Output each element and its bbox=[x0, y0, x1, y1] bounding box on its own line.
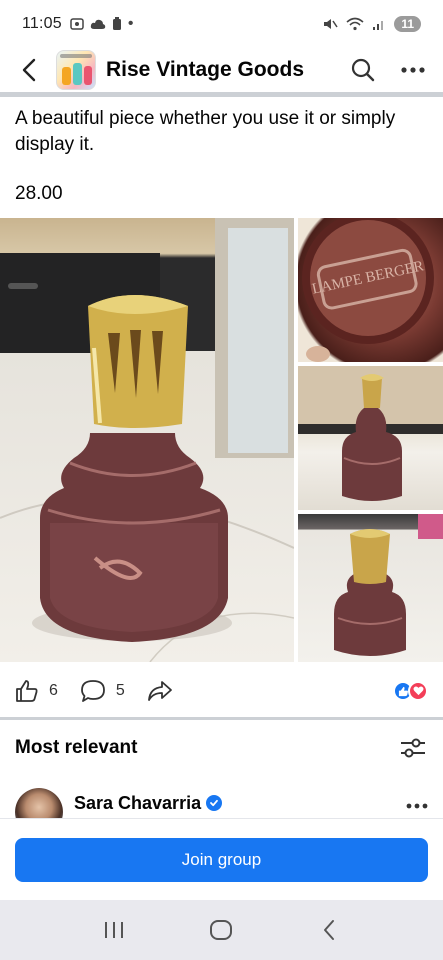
commenter-name[interactable]: Sara Chavarria bbox=[74, 793, 201, 814]
avatar[interactable] bbox=[15, 788, 63, 818]
cloud-icon bbox=[90, 19, 106, 29]
chevron-left-icon bbox=[22, 58, 36, 82]
wifi-icon bbox=[346, 17, 364, 31]
verified-badge-icon bbox=[206, 795, 223, 811]
more-dots-icon bbox=[406, 803, 428, 808]
comment-filter-button[interactable] bbox=[398, 736, 428, 760]
system-back-button[interactable] bbox=[309, 910, 349, 950]
status-notification-icons: • bbox=[70, 15, 134, 33]
more-dots-icon bbox=[401, 67, 425, 73]
post-stats-bar: 6 5 bbox=[0, 670, 443, 712]
comments-divider bbox=[0, 717, 443, 720]
battery-indicator: 11 bbox=[394, 16, 421, 32]
thumbs-up-icon bbox=[16, 680, 38, 702]
photo-grid: LAMPE BERGER bbox=[0, 218, 443, 662]
like-count: 6 bbox=[49, 682, 58, 699]
system-navigation-bar bbox=[0, 900, 443, 960]
love-reaction-icon bbox=[408, 681, 428, 701]
recent-apps-icon bbox=[104, 922, 123, 938]
home-button[interactable] bbox=[201, 910, 241, 950]
more-options-button[interactable] bbox=[395, 52, 431, 88]
join-group-bar: Join group bbox=[0, 818, 443, 900]
home-icon bbox=[210, 920, 233, 940]
group-avatar[interactable] bbox=[56, 50, 96, 90]
group-name[interactable]: Rise Vintage Goods bbox=[106, 58, 331, 82]
comment-item: Sara Chavarria bbox=[15, 788, 428, 818]
battery-saver-icon bbox=[112, 17, 121, 30]
chevron-left-icon bbox=[324, 920, 335, 940]
sliders-icon bbox=[401, 738, 425, 758]
comment-sort-label[interactable]: Most relevant bbox=[15, 737, 137, 759]
photo-thumb-3[interactable] bbox=[298, 514, 443, 662]
status-bar: 11:05 • 11 bbox=[0, 0, 443, 48]
back-button[interactable] bbox=[16, 52, 42, 88]
like-button[interactable]: 6 bbox=[15, 679, 58, 703]
comments-header: Most relevant bbox=[15, 736, 428, 760]
comment-more-button[interactable] bbox=[406, 792, 428, 815]
comment-bubble-icon bbox=[81, 680, 105, 702]
share-icon bbox=[147, 681, 172, 701]
photo-thumb-2[interactable] bbox=[298, 366, 443, 510]
mute-icon bbox=[324, 19, 338, 29]
group-header: Rise Vintage Goods bbox=[0, 48, 443, 92]
join-group-button[interactable]: Join group bbox=[15, 838, 428, 882]
search-icon bbox=[351, 58, 375, 82]
photo-thumb-1[interactable]: LAMPE BERGER bbox=[298, 218, 443, 362]
signal-icon bbox=[373, 21, 384, 30]
comment-button[interactable]: 5 bbox=[80, 679, 125, 703]
recent-apps-button[interactable] bbox=[94, 910, 134, 950]
post-description: A beautiful piece whether you use it or … bbox=[15, 108, 396, 155]
search-button[interactable] bbox=[345, 52, 381, 88]
screenshot-icon bbox=[70, 18, 84, 30]
share-button[interactable] bbox=[147, 680, 173, 702]
header-divider bbox=[0, 92, 443, 97]
photo-main[interactable] bbox=[0, 218, 294, 662]
reaction-summary[interactable] bbox=[393, 681, 428, 701]
post-price: 28.00 bbox=[15, 183, 63, 204]
dot-icon: • bbox=[127, 15, 134, 32]
status-time: 11:05 bbox=[22, 15, 62, 32]
comment-count: 5 bbox=[115, 682, 125, 699]
